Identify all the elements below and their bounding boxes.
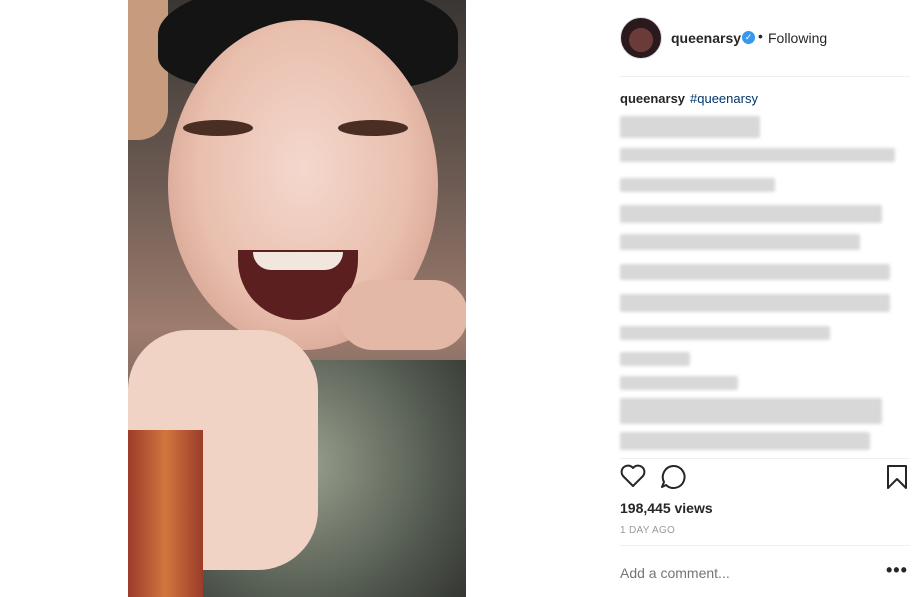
header-divider — [620, 76, 910, 77]
like-button[interactable] — [620, 464, 646, 493]
post-side-panel: queenarsy ✓ • Following queenarsy #queen… — [466, 0, 914, 597]
comment-input[interactable] — [620, 565, 870, 581]
comment-divider — [620, 545, 910, 546]
header-username[interactable]: queenarsy — [671, 30, 741, 46]
verified-badge-icon: ✓ — [742, 31, 755, 44]
comment-icon — [660, 464, 686, 494]
post-video[interactable] — [128, 0, 466, 597]
more-options-icon[interactable]: ••• — [886, 560, 908, 581]
caption-username[interactable]: queenarsy — [620, 91, 685, 106]
separator-dot: • — [758, 28, 763, 44]
avatar[interactable] — [620, 17, 662, 59]
post-timestamp[interactable]: 1 DAY AGO — [620, 525, 675, 536]
bookmark-icon — [886, 465, 908, 494]
view-count[interactable]: 198,445 views — [620, 500, 713, 516]
post-header: queenarsy ✓ • Following — [466, 0, 914, 76]
caption-hashtag[interactable]: #queenarsy — [690, 91, 758, 106]
save-button[interactable] — [886, 464, 908, 495]
comment-button[interactable] — [660, 464, 686, 495]
heart-icon — [620, 464, 646, 492]
actions-divider — [620, 458, 910, 459]
left-gutter — [0, 0, 128, 597]
following-button[interactable]: Following — [768, 30, 827, 46]
